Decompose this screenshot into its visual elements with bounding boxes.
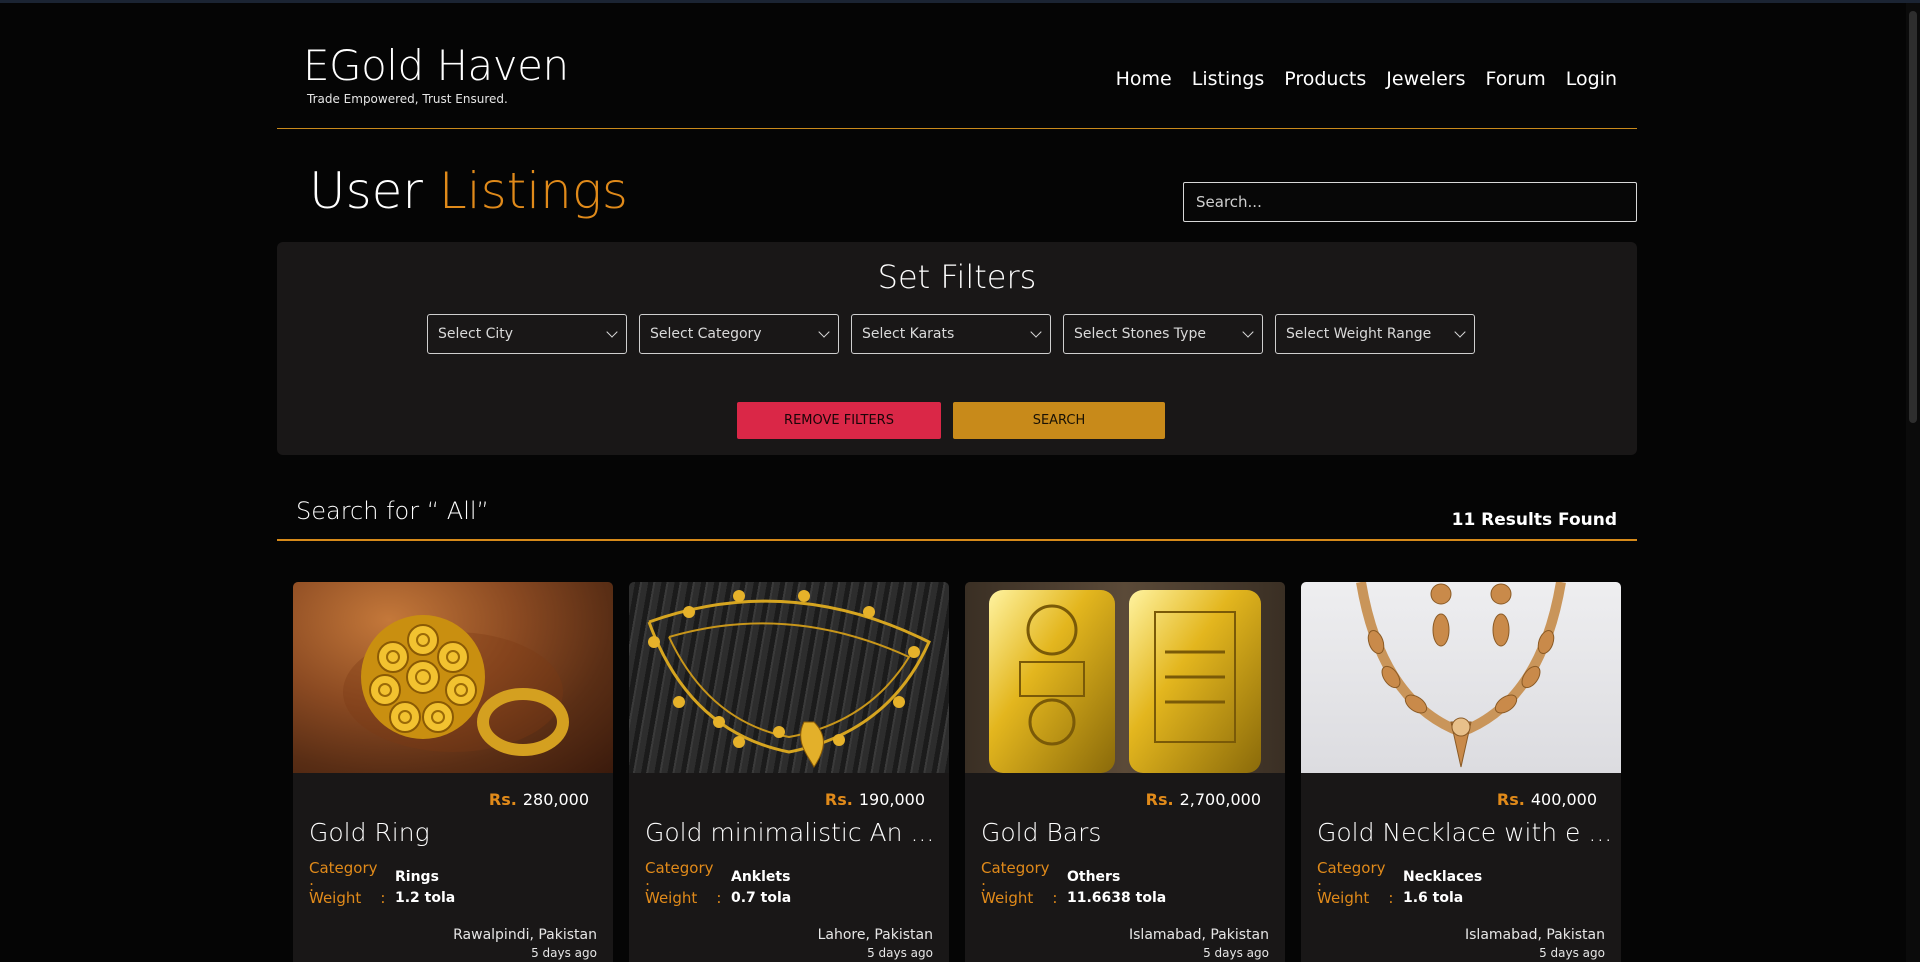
nav-jewelers[interactable]: Jewelers [1386, 68, 1465, 90]
listing-card[interactable]: Rs. 400,000 Gold Necklace with e ... Cate… [1301, 582, 1621, 962]
listing-price: Rs. 280,000 [489, 790, 589, 809]
brand-tagline: Trade Empowered, Trust Ensured. [307, 92, 508, 106]
listing-location: Lahore, Pakistan [817, 927, 933, 943]
listing-title[interactable]: Gold Ring [309, 818, 430, 847]
listing-time: 5 days ago [867, 946, 933, 960]
page-title: User Listings [309, 162, 628, 220]
currency-label: Rs. [1145, 790, 1174, 809]
scrollbar-thumb[interactable] [1909, 11, 1917, 423]
search-input[interactable] [1183, 182, 1637, 222]
listing-title[interactable]: Gold Bars [981, 818, 1101, 847]
select-category-label: Select Category [650, 326, 762, 342]
nav-products[interactable]: Products [1284, 68, 1366, 90]
listing-meta: Category : Rings Weight :1.2 tola [309, 859, 456, 908]
select-stones-type[interactable]: Select Stones Type [1063, 314, 1263, 354]
category-value: Others [1067, 868, 1121, 885]
price-value: 400,000 [1530, 790, 1597, 809]
listing-meta: Category : Anklets Weight :0.7 tola [645, 859, 792, 908]
filter-selects: Select City Select Category Select Karat… [427, 314, 1475, 354]
listing-card[interactable]: Rs. 2,700,000 Gold Bars Category : Others … [965, 582, 1285, 962]
results-count: 11 Results Found [1451, 510, 1617, 530]
brand-logo[interactable]: EGold Haven Trade Empowered, Trust Ensur… [303, 41, 569, 107]
filter-title: Set Filters [877, 258, 1037, 296]
select-weight-range[interactable]: Select Weight Range [1275, 314, 1475, 354]
page-title-main: User [309, 162, 423, 220]
select-karats-label: Select Karats [862, 326, 955, 342]
price-value: 2,700,000 [1179, 790, 1261, 809]
listing-price: Rs. 190,000 [825, 790, 925, 809]
select-category[interactable]: Select Category [639, 314, 839, 354]
listing-location: Islamabad, Pakistan [1465, 927, 1605, 943]
nav-login[interactable]: Login [1566, 68, 1617, 90]
listing-price: Rs. 400,000 [1497, 790, 1597, 809]
remove-filters-button[interactable]: REMOVE FILTERS [737, 402, 941, 439]
brand-name: EGold Haven [303, 41, 569, 90]
select-city-label: Select City [438, 326, 514, 342]
listing-meta: Category : Others Weight :11.6638 tola [981, 859, 1167, 908]
listing-meta: Category : Necklaces Weight :1.6 tola [1317, 859, 1483, 908]
chevron-down-icon [818, 326, 830, 338]
select-karats[interactable]: Select Karats [851, 314, 1051, 354]
weight-value: 1.2 tola [395, 889, 456, 906]
results-query: Search for “ All” [296, 497, 489, 525]
results-divider [277, 539, 1637, 541]
weight-label: Weight : [645, 888, 722, 907]
gold-bars-image [965, 582, 1285, 773]
listing-price: Rs. 2,700,000 [1146, 790, 1261, 809]
listing-grid: Rs. 280,000 Gold Ring Category : Rings Wei… [293, 582, 1621, 962]
currency-label: Rs. [488, 790, 517, 809]
category-value: Necklaces [1403, 868, 1483, 885]
nav-listings[interactable]: Listings [1192, 68, 1265, 90]
page-title-accent: Listings [438, 162, 628, 220]
nav-home[interactable]: Home [1116, 68, 1172, 90]
category-value: Anklets [731, 868, 791, 885]
select-weight-range-label: Select Weight Range [1286, 326, 1432, 342]
weight-value: 11.6638 tola [1067, 889, 1167, 906]
weight-label: Weight : [1317, 888, 1394, 907]
category-value: Rings [395, 868, 439, 885]
browser-top-edge [0, 0, 1920, 3]
listing-title[interactable]: Gold Necklace with e ... [1317, 818, 1612, 847]
listing-time: 5 days ago [1203, 946, 1269, 960]
chevron-down-icon [606, 326, 618, 338]
listing-title[interactable]: Gold minimalistic An ... [645, 818, 934, 847]
header-divider [277, 128, 1637, 129]
listing-time: 5 days ago [531, 946, 597, 960]
listing-location: Islamabad, Pakistan [1129, 927, 1269, 943]
filter-panel: Set Filters Select City Select Category … [277, 242, 1637, 455]
chevron-down-icon [1242, 326, 1254, 338]
currency-label: Rs. [1496, 790, 1525, 809]
gold-ring-image [293, 582, 613, 773]
weight-value: 0.7 tola [731, 889, 792, 906]
listing-location: Rawalpindi, Pakistan [453, 927, 597, 943]
listing-time: 5 days ago [1539, 946, 1605, 960]
price-value: 190,000 [858, 790, 925, 809]
chevron-down-icon [1030, 326, 1042, 338]
gold-anklet-image [629, 582, 949, 773]
price-value: 280,000 [522, 790, 589, 809]
search-button[interactable]: SEARCH [953, 402, 1165, 439]
weight-label: Weight : [981, 888, 1058, 907]
page-scrollbar[interactable] [1906, 3, 1920, 962]
weight-label: Weight : [309, 888, 386, 907]
select-city[interactable]: Select City [427, 314, 627, 354]
gold-necklace-image [1301, 582, 1621, 773]
currency-label: Rs. [824, 790, 853, 809]
nav-forum[interactable]: Forum [1485, 68, 1545, 90]
weight-value: 1.6 tola [1403, 889, 1464, 906]
select-stones-type-label: Select Stones Type [1074, 326, 1206, 342]
listing-card[interactable]: Rs. 190,000 Gold minimalistic An ... Cate… [629, 582, 949, 962]
chevron-down-icon [1454, 326, 1466, 338]
main-nav: Home Listings Products Jewelers Forum Lo… [1116, 68, 1617, 90]
listing-card[interactable]: Rs. 280,000 Gold Ring Category : Rings Wei… [293, 582, 613, 962]
